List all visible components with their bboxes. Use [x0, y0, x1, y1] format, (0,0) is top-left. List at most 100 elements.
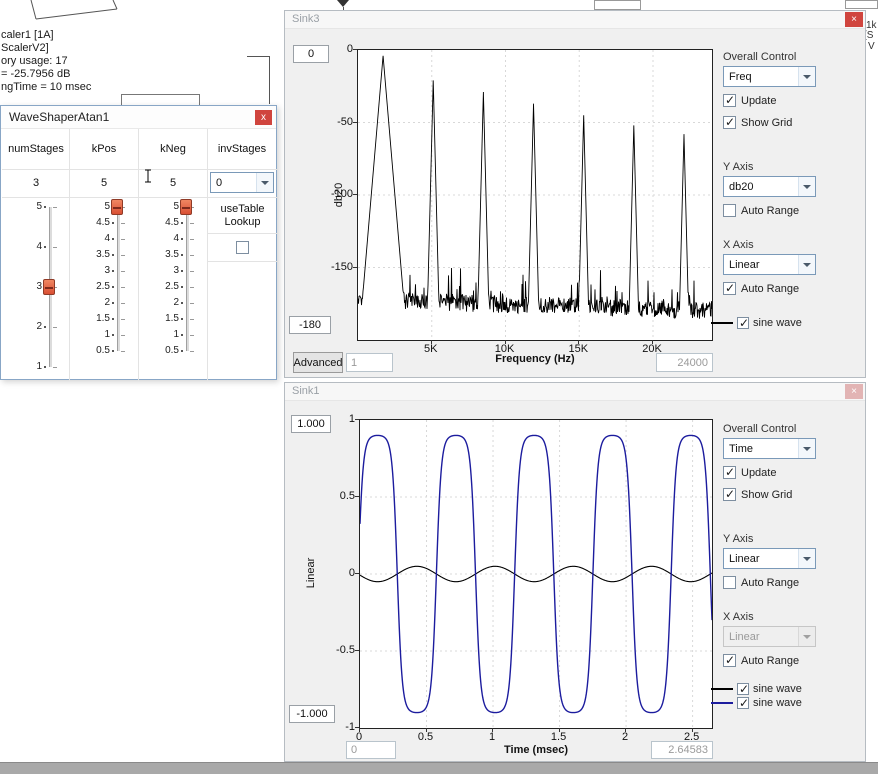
numstages-slider[interactable]: 54321 — [2, 197, 70, 381]
plot-area[interactable] — [359, 419, 713, 729]
slider-tick-dot — [112, 302, 114, 304]
domain-value: Time — [724, 443, 798, 455]
slider-scale-label: 2.5 — [86, 281, 110, 292]
y-axis-section-label: Y Axis — [723, 161, 753, 173]
invstages-dropdown[interactable]: 0 — [210, 172, 274, 193]
x-tick-mark — [505, 340, 506, 344]
sink1-window: Sink1 × 1.000 -1.000 Linear Time (msec) … — [284, 382, 866, 762]
numstages-value[interactable]: 3 — [2, 169, 70, 197]
slider-track[interactable] — [186, 207, 189, 351]
x-auto-range-checkbox[interactable] — [723, 654, 736, 667]
slider-tick-dot — [44, 326, 46, 328]
grid-line — [207, 129, 208, 381]
x-auto-range-checkbox[interactable] — [723, 282, 736, 295]
x-tick-mark — [359, 728, 360, 732]
kneg-slider[interactable]: 54.543.532.521.510.5 — [139, 197, 207, 381]
slider-scale-label: 0.5 — [86, 345, 110, 356]
legend-line-swatch — [711, 322, 733, 324]
slider-tick-dot — [112, 318, 114, 320]
domain-dropdown[interactable]: Freq — [723, 66, 816, 87]
domain-dropdown[interactable]: Time — [723, 438, 816, 459]
slider-tick-mark — [190, 335, 194, 336]
grid-line — [138, 129, 139, 381]
waveshaper-dialog: WaveShaperAtan1 x numStages kPos kNeg in… — [0, 105, 277, 380]
slider-handle[interactable] — [180, 199, 192, 215]
slider-tick-dot — [181, 238, 183, 240]
slider-handle[interactable] — [43, 279, 55, 295]
show-grid-checkbox[interactable] — [723, 488, 736, 501]
x-tick-mark — [426, 728, 427, 732]
y-axis-value: Linear — [724, 553, 798, 565]
x-tick-mark — [692, 728, 693, 732]
grid-line — [69, 129, 70, 381]
slider-scale-label: 5 — [18, 201, 42, 212]
slider-tick-mark — [190, 239, 194, 240]
y-axis-dropdown[interactable]: db20 — [723, 176, 816, 197]
slider-tick-mark — [190, 287, 194, 288]
legend-checkbox[interactable] — [737, 683, 749, 695]
x-axis-section-label: X Axis — [723, 239, 754, 251]
update-checkbox[interactable] — [723, 466, 736, 479]
show-grid-label: Show Grid — [741, 489, 792, 501]
update-checkbox[interactable] — [723, 94, 736, 107]
slider-track[interactable] — [117, 207, 120, 351]
y-tick-label: -150 — [317, 261, 353, 273]
chevron-down-icon — [256, 173, 273, 192]
slider-scale-label: 0.5 — [155, 345, 179, 356]
y-auto-range-checkbox[interactable] — [723, 576, 736, 589]
slider-scale-label: 2 — [86, 297, 110, 308]
x-axis-dropdown[interactable]: Linear — [723, 254, 816, 275]
slider-tick-mark — [121, 255, 125, 256]
legend-line-swatch — [711, 688, 733, 690]
slider-tick-dot — [181, 270, 183, 272]
x-tick-mark — [625, 728, 626, 732]
chevron-down-icon — [798, 439, 815, 458]
slider-scale-label: 4 — [86, 233, 110, 244]
advanced-button[interactable]: Advanced — [293, 352, 343, 373]
y-axis-dropdown[interactable]: Linear — [723, 548, 816, 569]
diagram-annotation-line: ory usage: 17 — [1, 55, 91, 68]
invstages-value: 0 — [211, 177, 256, 189]
y-min-box[interactable]: -180 — [289, 316, 331, 334]
y-tick-label: -1 — [319, 721, 355, 733]
x-axis-dropdown[interactable]: Linear — [723, 626, 816, 647]
window-title: Sink3 — [292, 13, 320, 25]
legend-label: sine wave — [753, 317, 802, 329]
x-max-input[interactable] — [656, 353, 713, 372]
slider-scale-label: 3 — [86, 265, 110, 276]
dialog-titlebar[interactable]: WaveShaperAtan1 x — [1, 106, 276, 129]
slider-scale-label: 1.5 — [86, 313, 110, 324]
plot-area[interactable] — [357, 49, 713, 341]
show-grid-checkbox[interactable] — [723, 116, 736, 129]
usetable-lookup-checkbox[interactable] — [236, 241, 249, 254]
slider-tick-dot — [181, 254, 183, 256]
x-min-input[interactable] — [346, 353, 393, 372]
legend-line-swatch — [711, 702, 733, 704]
x-min-input[interactable] — [346, 741, 396, 759]
usetable-lookup-label-line2: Lookup — [224, 216, 260, 229]
usetable-lookup-label: useTable Lookup — [208, 198, 277, 233]
legend-checkbox[interactable] — [737, 697, 749, 709]
legend-checkbox[interactable] — [737, 317, 749, 329]
x-max-input[interactable] — [651, 741, 713, 759]
update-label: Update — [741, 95, 776, 107]
horizontal-scrollbar[interactable] — [0, 762, 878, 774]
domain-value: Freq — [724, 71, 798, 83]
slider-tick-mark — [121, 335, 125, 336]
kpos-slider[interactable]: 54.543.532.521.510.5 — [70, 197, 138, 381]
slider-tick-mark — [121, 319, 125, 320]
y-tick-mark — [355, 496, 359, 497]
slider-tick-dot — [112, 238, 114, 240]
slider-handle[interactable] — [111, 199, 123, 215]
y-tick-mark — [353, 122, 357, 123]
y-tick-mark — [353, 194, 357, 195]
slider-tick-mark — [190, 351, 194, 352]
y-tick-mark — [355, 573, 359, 574]
overall-control-label: Overall Control — [723, 423, 796, 435]
grid-line — [2, 169, 277, 170]
y-auto-range-checkbox[interactable] — [723, 204, 736, 217]
close-button[interactable]: x — [255, 110, 272, 125]
x-tick-mark — [431, 340, 432, 344]
kpos-value[interactable]: 5 — [70, 169, 138, 197]
update-label: Update — [741, 467, 776, 479]
